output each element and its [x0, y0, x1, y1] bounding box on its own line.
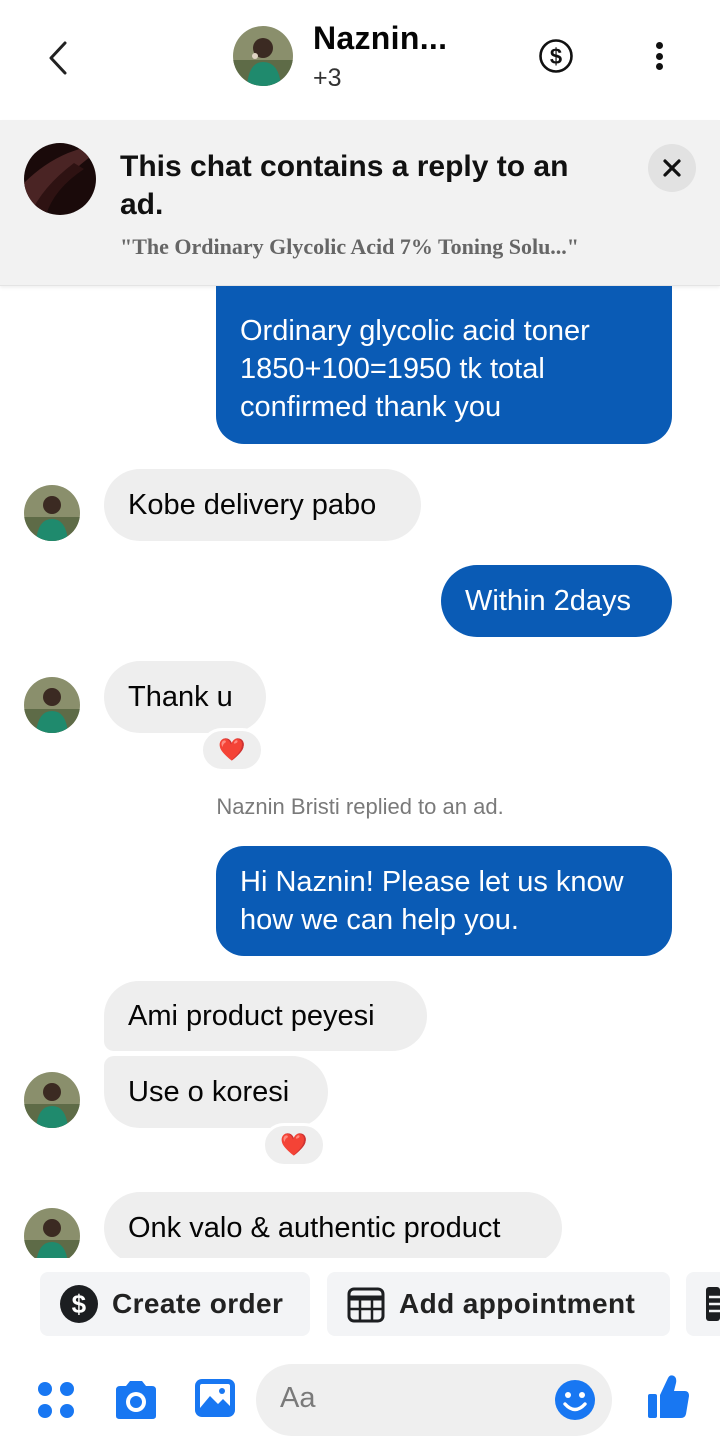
chat-header: Naznin... +3 $: [0, 0, 720, 118]
add-appointment-button[interactable]: Add appointment: [327, 1272, 670, 1336]
back-button[interactable]: [36, 36, 80, 80]
sender-avatar[interactable]: [24, 677, 80, 733]
message-text: Within 2days: [465, 585, 632, 617]
heart-reaction: ❤️: [280, 1132, 308, 1157]
add-appointment-label: Add appointment: [399, 1288, 636, 1319]
sender-avatar[interactable]: [24, 485, 80, 541]
dollar-circle-icon[interactable]: $: [538, 38, 574, 74]
more-options-button[interactable]: [644, 36, 674, 76]
create-order-label: Create order: [112, 1288, 284, 1319]
close-banner-button[interactable]: [648, 144, 696, 192]
more-vertical-icon: [655, 42, 663, 49]
message-text: Onk valo & authentic product: [128, 1212, 501, 1244]
thumbs-up-icon[interactable]: [646, 1374, 690, 1420]
list-icon: [706, 1287, 720, 1321]
message-bubble-received[interactable]: Thank u: [104, 661, 266, 733]
system-notice: Naznin Bristi replied to an ad.: [216, 794, 504, 819]
svg-text:$: $: [550, 44, 562, 69]
message-bubble-received[interactable]: Onk valo & authentic product: [104, 1192, 562, 1264]
message-text: Use o koresi: [128, 1076, 290, 1108]
participants-count: +3: [313, 64, 342, 92]
ad-thumbnail: [24, 143, 96, 215]
message-input-wrapper[interactable]: [256, 1364, 612, 1436]
back-arrow-icon: [49, 41, 67, 75]
reaction-badge[interactable]: ❤️: [200, 728, 264, 772]
sender-avatar[interactable]: [24, 1072, 80, 1128]
ad-quote: "The Ordinary Glycolic Acid 7% Toning So…: [120, 234, 580, 259]
calendar-icon: [347, 1285, 385, 1323]
emoji-icon[interactable]: [554, 1379, 596, 1421]
dollar-circle-icon: $: [60, 1285, 98, 1323]
message-text: Thank u: [128, 681, 233, 713]
message-text: Hi Naznin! Please let us know how we can…: [240, 866, 624, 936]
reaction-badge[interactable]: ❤️: [262, 1123, 326, 1167]
contact-name[interactable]: Naznin...: [313, 20, 447, 57]
contact-avatar[interactable]: [233, 26, 293, 86]
message-bubble-sent[interactable]: Within 2days: [441, 565, 672, 637]
message-bubble-sent[interactable]: Hi Naznin! Please let us know how we can…: [216, 846, 672, 956]
message-bubble-received[interactable]: Use o koresi: [104, 1056, 328, 1128]
apps-grid-icon[interactable]: [36, 1380, 76, 1420]
ad-banner-title: This chat contains a reply to an ad.: [120, 150, 569, 221]
heart-reaction: ❤️: [218, 737, 246, 762]
close-icon: [663, 159, 681, 177]
message-composer: [0, 1352, 720, 1440]
create-order-button[interactable]: $ Create order: [40, 1272, 310, 1336]
more-quick-action-button[interactable]: [686, 1272, 720, 1336]
message-input[interactable]: [280, 1382, 540, 1415]
message-bubble-received[interactable]: Ami product peyesi: [104, 981, 427, 1051]
message-text: Ordinary glycolic acid toner 1850+100=19…: [240, 315, 590, 423]
quick-actions-bar: $ Create order Add appointment: [0, 1258, 720, 1350]
message-bubble-sent[interactable]: Ordinary glycolic acid toner 1850+100=19…: [216, 286, 672, 444]
gallery-icon[interactable]: [194, 1378, 236, 1418]
message-bubble-received[interactable]: Kobe delivery pabo: [104, 469, 421, 541]
ad-reply-banner[interactable]: This chat contains a reply to an ad. "Th…: [0, 120, 720, 286]
message-text: Kobe delivery pabo: [128, 489, 377, 521]
message-text: Ami product peyesi: [128, 1000, 375, 1032]
camera-icon[interactable]: [112, 1380, 160, 1420]
svg-text:$: $: [72, 1289, 87, 1319]
sender-avatar[interactable]: [24, 1208, 80, 1264]
